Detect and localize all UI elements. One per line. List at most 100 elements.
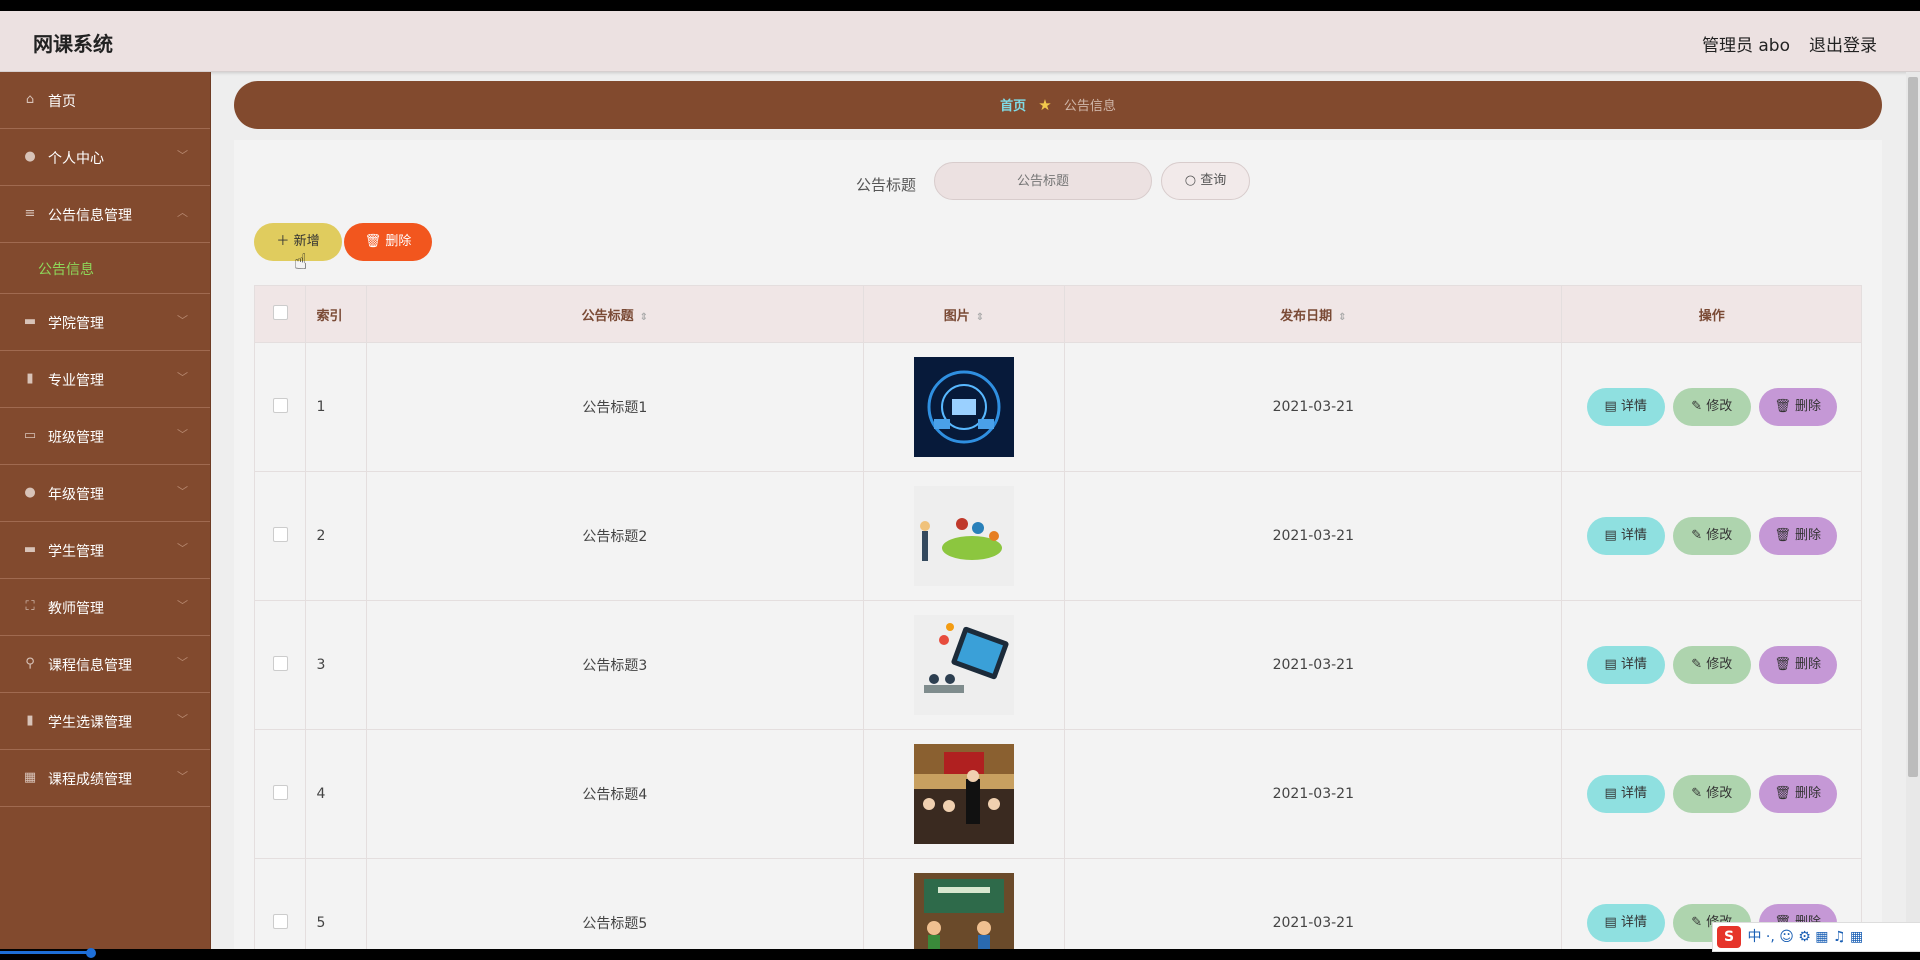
app-screen: 网课系统 管理员 abo 退出登录 ⌂ 首页 ● 个人中心 ﹀ ≡ 公告信息管理… — [0, 11, 1920, 949]
sidebar: ⌂ 首页 ● 个人中心 ﹀ ≡ 公告信息管理 ︿ 公告信息 ▬ 学院管理 ﹀ ▮… — [0, 72, 211, 949]
edit-button[interactable]: ✎ 修改 — [1672, 775, 1751, 813]
sidebar-item-teacher[interactable]: ⛶ 教师管理 ﹀ — [0, 579, 210, 636]
batch-delete-button[interactable]: 🗑 删除 — [344, 223, 432, 261]
ime-toolbar[interactable]: S 中 ·, ☺ ⚙ ▦ ♫ ▦ — [1712, 922, 1920, 952]
sidebar-item-grade[interactable]: ● 年级管理 ﹀ — [0, 465, 210, 522]
table-header-row: 索引 公告标题 ⇕ 图片 ⇕ 发布日期 ⇕ 操作 — [253, 285, 1862, 343]
chevron-down-icon: ﹀ — [177, 314, 188, 327]
sort-icon[interactable]: ⇕ — [976, 312, 984, 323]
chevron-down-icon: ﹀ — [177, 656, 188, 669]
video-progress-track[interactable] — [0, 949, 1920, 960]
sidebar-item-label: 学院管理 — [48, 316, 104, 332]
row-index: 2 — [305, 471, 367, 601]
sidebar-item-home[interactable]: ⌂ 首页 — [0, 72, 210, 129]
detail-button[interactable]: ▤ 详情 — [1586, 646, 1665, 684]
sidebar-item-label: 公告信息管理 — [48, 208, 132, 224]
notice-thumbnail — [913, 486, 1014, 586]
detail-label: 详情 — [1620, 915, 1647, 930]
trash-icon: 🗑 — [1774, 786, 1791, 801]
edit-button[interactable]: ✎ 修改 — [1672, 517, 1751, 555]
logout-button[interactable]: 退出登录 — [1809, 31, 1877, 56]
sidebar-item-course-score[interactable]: ▦ 课程成绩管理 ﹀ — [0, 750, 210, 807]
row-checkbox[interactable] — [272, 655, 288, 671]
search-input[interactable] — [934, 162, 1152, 200]
row-select-cell[interactable] — [253, 858, 307, 949]
doc-icon: ▤ — [1604, 786, 1617, 801]
detail-button[interactable]: ▤ 详情 — [1586, 517, 1665, 555]
scrollbar-thumb[interactable] — [1908, 77, 1918, 777]
row-checkbox[interactable] — [272, 913, 288, 929]
row-checkbox[interactable] — [272, 526, 288, 542]
sidebar-item-label: 个人中心 — [48, 151, 104, 167]
monitor-icon: ▭ — [23, 428, 37, 443]
detail-button[interactable]: ▤ 详情 — [1586, 904, 1665, 942]
table-row: 3 公告标题3 2021-03-21 ▤ 详情 ✎ 修改 🗑 删除 — [253, 600, 1862, 730]
table-row: 1 公告标题1 2021-03-21 ▤ 详情 ✎ 修改 🗑 删除 — [253, 342, 1862, 472]
edit-label: 修改 — [1706, 786, 1733, 801]
edit-button[interactable]: ✎ 修改 — [1672, 646, 1751, 684]
hand-cursor-icon: ☝ — [294, 250, 308, 275]
select-all-checkbox[interactable] — [272, 304, 288, 320]
row-date: 2021-03-21 — [1064, 342, 1563, 472]
row-select-cell[interactable] — [253, 600, 307, 730]
doc-icon: ▤ — [1604, 528, 1617, 543]
row-checkbox[interactable] — [272, 397, 288, 413]
sidebar-item-student[interactable]: ▬ 学生管理 ﹀ — [0, 522, 210, 579]
home-icon: ⌂ — [25, 92, 35, 107]
sliders-icon: ≡ — [24, 206, 36, 221]
plus-icon: ＋ — [276, 234, 290, 249]
trash-icon: 🗑 — [1774, 528, 1791, 543]
row-index: 5 — [305, 858, 367, 949]
edit-button[interactable]: ✎ 修改 — [1672, 388, 1751, 426]
row-title: 公告标题1 — [365, 342, 864, 472]
user-icon: ● — [24, 149, 36, 164]
sidebar-item-class[interactable]: ▭ 班级管理 ﹀ — [0, 408, 210, 465]
row-select-cell[interactable] — [253, 729, 307, 859]
row-select-cell[interactable] — [253, 342, 307, 472]
sidebar-item-major[interactable]: ▮ 专业管理 ﹀ — [0, 351, 210, 408]
row-delete-button[interactable]: 🗑 删除 — [1758, 775, 1837, 813]
mic-icon: ⚲ — [25, 656, 35, 671]
query-button[interactable]: ○ 查询 — [1161, 162, 1250, 200]
sidebar-item-course-selection[interactable]: ▮ 学生选课管理 ﹀ — [0, 693, 210, 750]
header-image[interactable]: 图片 ⇕ — [862, 285, 1066, 343]
header-date[interactable]: 发布日期 ⇕ — [1064, 285, 1563, 343]
header-select-all[interactable] — [253, 285, 307, 343]
breadcrumb-home[interactable]: 首页 — [1000, 99, 1026, 114]
sort-icon[interactable]: ⇕ — [1338, 312, 1346, 323]
sidebar-item-notice-management[interactable]: ≡ 公告信息管理 ︿ — [0, 186, 210, 243]
row-delete-button[interactable]: 🗑 删除 — [1758, 388, 1837, 426]
detail-label: 详情 — [1620, 657, 1647, 672]
detail-button[interactable]: ▤ 详情 — [1586, 775, 1665, 813]
sidebar-subitem-notice[interactable]: 公告信息 — [0, 243, 210, 294]
header-date-label: 发布日期 — [1280, 308, 1333, 324]
detail-button[interactable]: ▤ 详情 — [1586, 388, 1665, 426]
table-row: 2 公告标题2 2021-03-21 ▤ 详情 ✎ 修改 🗑 删除 — [253, 471, 1862, 601]
row-delete-label: 删除 — [1795, 528, 1822, 543]
header-title[interactable]: 公告标题 ⇕ — [365, 285, 864, 343]
pencil-icon: ✎ — [1691, 528, 1703, 543]
row-index: 3 — [305, 600, 367, 730]
row-select-cell[interactable] — [253, 471, 307, 601]
row-image-cell — [862, 729, 1066, 859]
row-checkbox[interactable] — [272, 784, 288, 800]
doc-icon: ▤ — [1604, 915, 1617, 930]
row-date: 2021-03-21 — [1064, 600, 1563, 730]
pencil-icon: ✎ — [1691, 915, 1703, 930]
edit-label: 修改 — [1706, 399, 1733, 414]
sidebar-subitem-label: 公告信息 — [38, 262, 94, 278]
video-progress-handle[interactable] — [86, 948, 96, 958]
row-delete-button[interactable]: 🗑 删除 — [1758, 517, 1837, 555]
row-delete-button[interactable]: 🗑 删除 — [1758, 646, 1837, 684]
sidebar-item-college[interactable]: ▬ 学院管理 ﹀ — [0, 294, 210, 351]
row-title: 公告标题5 — [365, 858, 864, 949]
sidebar-item-course-info[interactable]: ⚲ 课程信息管理 ﹀ — [0, 636, 210, 693]
sidebar-item-personal-center[interactable]: ● 个人中心 ﹀ — [0, 129, 210, 186]
table-row: 5 公告标题5 2021-03-21 ▤ 详情 ✎ — [253, 858, 1862, 949]
trash-icon: 🗑 — [364, 234, 382, 249]
chevron-down-icon: ﹀ — [177, 542, 188, 555]
sidebar-item-label: 教师管理 — [48, 601, 104, 617]
chevron-up-icon: ︿ — [177, 206, 188, 219]
header-image-label: 图片 — [943, 308, 970, 324]
sort-icon[interactable]: ⇕ — [640, 312, 648, 323]
